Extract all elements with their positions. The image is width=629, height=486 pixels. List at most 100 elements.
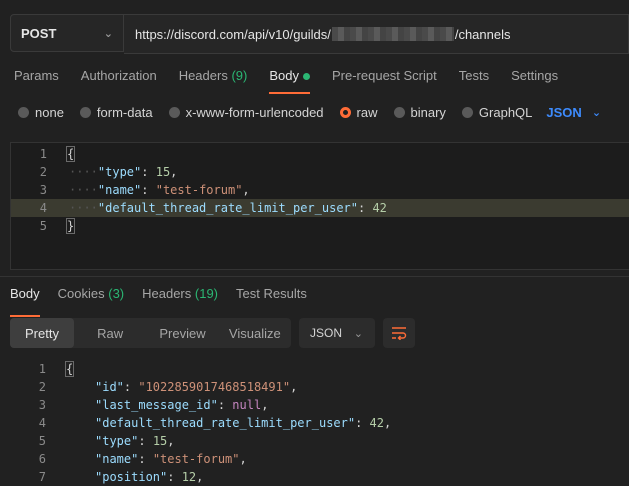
- tab-label: Headers: [142, 286, 192, 301]
- radio-label: binary: [410, 105, 446, 120]
- radio-label: GraphQL: [478, 105, 533, 120]
- url-suffix: /channels: [454, 26, 511, 42]
- status-dot-icon: [302, 73, 310, 81]
- line-number: 5: [39, 219, 47, 233]
- code-line: 4 "default_thread_rate_limit_per_user": …: [10, 414, 629, 432]
- line-number: 4: [38, 416, 46, 430]
- line-number: 4: [39, 201, 47, 215]
- line-number: 7: [38, 470, 46, 484]
- tab-response-headers[interactable]: Headers (19): [142, 286, 218, 314]
- radio-binary[interactable]: binary: [393, 105, 446, 120]
- code-line: 3 ····"name": "test-forum",: [11, 181, 629, 199]
- tab-label: Tests: [458, 68, 490, 83]
- json-value: "test-forum": [155, 183, 243, 197]
- body-type-options: none form-data x-www-form-urlencoded raw…: [18, 105, 601, 120]
- request-body-editor[interactable]: 1 { 2 ····"type": 15, 3 ····"name": "tes…: [10, 142, 629, 270]
- tab-cookies[interactable]: Cookies (3): [58, 286, 124, 314]
- tab-label: Test Results: [236, 286, 307, 301]
- radio-icon: [18, 107, 29, 118]
- redacted-guild-id: [331, 27, 454, 41]
- body-language-select[interactable]: JSON ⌄: [546, 105, 601, 120]
- radio-icon: [79, 107, 91, 118]
- json-value: 42: [372, 201, 387, 215]
- view-visualize-button[interactable]: Visualize: [219, 318, 291, 348]
- json-key: "position": [95, 470, 168, 484]
- tab-label: Body: [269, 68, 299, 83]
- line-number: 2: [38, 380, 46, 394]
- tab-params[interactable]: Params: [14, 68, 59, 92]
- format-label: JSON: [310, 326, 343, 340]
- json-value: 15: [152, 434, 168, 448]
- json-key: "default_thread_rate_limit_per_user": [97, 201, 358, 215]
- view-pretty-button[interactable]: Pretty: [10, 318, 74, 348]
- view-raw-button[interactable]: Raw: [74, 318, 146, 348]
- view-preview-button[interactable]: Preview: [146, 318, 218, 348]
- tab-label: Authorization: [80, 68, 157, 83]
- json-value: 12: [181, 470, 197, 484]
- code-line-highlighted: 4 ····"default_thread_rate_limit_per_use…: [11, 199, 629, 217]
- tab-test-results[interactable]: Test Results: [236, 286, 307, 314]
- tab-label: Params: [14, 68, 59, 83]
- line-number: 1: [39, 147, 47, 161]
- code-line: 3 "last_message_id": null,: [10, 396, 629, 414]
- line-number: 5: [38, 434, 46, 448]
- response-format-select[interactable]: JSON ⌄: [299, 318, 375, 348]
- close-brace: }: [65, 218, 76, 234]
- tab-settings[interactable]: Settings: [511, 68, 558, 92]
- method-select[interactable]: POST ⌄: [10, 14, 124, 52]
- radio-none[interactable]: none: [18, 105, 64, 120]
- code-line: 5 "type": 15,: [10, 432, 629, 450]
- open-brace: {: [64, 361, 75, 377]
- json-key: "default_thread_rate_limit_per_user": [95, 416, 356, 430]
- line-number: 3: [39, 183, 47, 197]
- panel-divider[interactable]: [0, 276, 629, 277]
- chevron-down-icon: ⌄: [103, 27, 113, 40]
- json-key: "type": [97, 165, 142, 179]
- view-mode-toggle: Pretty Raw Preview Visualize: [10, 318, 291, 348]
- response-body-viewer[interactable]: 1 { 2 "id": "1022859017468518491", 3 "la…: [10, 360, 629, 484]
- code-line: 5 }: [11, 217, 629, 235]
- radio-x-www-form-urlencoded[interactable]: x-www-form-urlencoded: [168, 105, 324, 120]
- radio-selected-icon: [339, 107, 351, 118]
- json-value: 15: [155, 165, 171, 179]
- tab-label: Headers: [178, 68, 228, 83]
- code-line: 2 "id": "1022859017468518491",: [10, 378, 629, 396]
- tab-label: Settings: [511, 68, 559, 83]
- radio-form-data[interactable]: form-data: [79, 105, 153, 120]
- chevron-down-icon: ⌄: [591, 107, 602, 119]
- radio-label: none: [35, 105, 64, 120]
- request-tabs: Params Authorization Headers (9) Body Pr…: [14, 68, 580, 94]
- radio-icon: [393, 107, 405, 118]
- tab-authorization[interactable]: Authorization: [81, 68, 157, 92]
- method-label: POST: [21, 25, 57, 41]
- json-key: "name": [95, 452, 139, 466]
- radio-label: raw: [356, 105, 378, 120]
- radio-raw[interactable]: raw: [339, 105, 378, 120]
- json-key: "type": [95, 434, 139, 448]
- chevron-down-icon: ⌄: [353, 327, 363, 340]
- wrap-lines-button[interactable]: [383, 318, 415, 348]
- json-value: "test-forum": [152, 452, 240, 466]
- tab-response-body[interactable]: Body: [10, 286, 40, 317]
- radio-icon: [168, 107, 180, 118]
- radio-icon: [461, 107, 473, 118]
- json-key: "last_message_id": [95, 398, 218, 412]
- line-number: 1: [38, 362, 46, 376]
- tab-label: Cookies: [57, 286, 105, 301]
- json-value: "1022859017468518491": [138, 380, 291, 394]
- tab-pre-request-script[interactable]: Pre-request Script: [332, 68, 437, 92]
- json-value: 42: [369, 416, 384, 430]
- code-line: 1 {: [11, 145, 629, 163]
- tab-tests[interactable]: Tests: [459, 68, 489, 92]
- response-tabs: Body Cookies (3) Headers (19) Test Resul…: [10, 286, 325, 317]
- headers-count: (19): [194, 286, 219, 301]
- tab-headers[interactable]: Headers (9): [179, 68, 248, 92]
- code-line: 2 ····"type": 15,: [11, 163, 629, 181]
- cookies-count: (3): [108, 286, 125, 301]
- code-line: 7 "position": 12,: [10, 468, 629, 486]
- tab-body[interactable]: Body: [269, 68, 310, 94]
- code-line: 1 {: [10, 360, 629, 378]
- headers-count: (9): [231, 68, 248, 83]
- radio-graphql[interactable]: GraphQL: [461, 105, 533, 120]
- url-input[interactable]: https://discord.com/api/v10/guilds/ /chan…: [124, 14, 629, 54]
